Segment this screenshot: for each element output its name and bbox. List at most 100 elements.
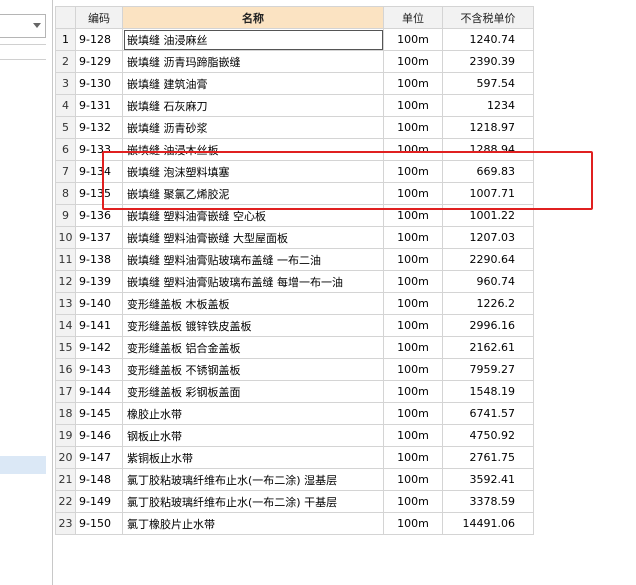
- price-cell[interactable]: 2162.61: [442, 336, 534, 359]
- price-cell[interactable]: 1548.19: [442, 380, 534, 403]
- header-unit[interactable]: 单位: [383, 6, 443, 29]
- unit-cell[interactable]: 100m: [383, 72, 443, 95]
- code-cell[interactable]: 9-138: [75, 248, 123, 271]
- unit-cell[interactable]: 100m: [383, 512, 443, 535]
- table-row[interactable]: 1 9-128 嵌填缝 油浸麻丝 100m 1240.74: [55, 28, 534, 51]
- price-cell[interactable]: 6741.57: [442, 402, 534, 425]
- category-dropdown[interactable]: [0, 14, 46, 38]
- unit-cell[interactable]: 100m: [383, 226, 443, 249]
- code-cell[interactable]: 9-139: [75, 270, 123, 293]
- name-cell[interactable]: 变形缝盖板 镀锌铁皮盖板: [122, 314, 384, 337]
- name-cell[interactable]: 嵌填缝 油浸木丝板: [122, 138, 384, 161]
- unit-cell[interactable]: 100m: [383, 468, 443, 491]
- name-cell[interactable]: 嵌填缝 建筑油膏: [122, 72, 384, 95]
- table-row[interactable]: 22 9-149 氯丁胶粘玻璃纤维布止水(一布二涂) 干基层 100m 3378.59: [55, 490, 534, 513]
- code-cell[interactable]: 9-132: [75, 116, 123, 139]
- code-cell[interactable]: 9-145: [75, 402, 123, 425]
- code-cell[interactable]: 9-135: [75, 182, 123, 205]
- price-cell[interactable]: 3378.59: [442, 490, 534, 513]
- table-row[interactable]: 9 9-136 嵌填缝 塑料油膏嵌缝 空心板 100m 1001.22: [55, 204, 534, 227]
- name-cell[interactable]: 嵌填缝 塑料油膏贴玻璃布盖缝 一布二油: [122, 248, 384, 271]
- unit-cell[interactable]: 100m: [383, 28, 443, 51]
- table-row[interactable]: 4 9-131 嵌填缝 石灰麻刀 100m 1234: [55, 94, 534, 117]
- code-cell[interactable]: 9-144: [75, 380, 123, 403]
- unit-cell[interactable]: 100m: [383, 116, 443, 139]
- price-cell[interactable]: 1218.97: [442, 116, 534, 139]
- price-cell[interactable]: 4750.92: [442, 424, 534, 447]
- table-row[interactable]: 7 9-134 嵌填缝 泡沫塑料填塞 100m 669.83: [55, 160, 534, 183]
- unit-cell[interactable]: 100m: [383, 314, 443, 337]
- price-cell[interactable]: 2761.75: [442, 446, 534, 469]
- name-cell[interactable]: 嵌填缝 泡沫塑料填塞: [122, 160, 384, 183]
- unit-cell[interactable]: 100m: [383, 358, 443, 381]
- code-cell[interactable]: 9-147: [75, 446, 123, 469]
- code-cell[interactable]: 9-143: [75, 358, 123, 381]
- code-cell[interactable]: 9-131: [75, 94, 123, 117]
- price-cell[interactable]: 3592.41: [442, 468, 534, 491]
- name-cell[interactable]: 嵌填缝 塑料油膏嵌缝 大型屋面板: [122, 226, 384, 249]
- unit-cell[interactable]: 100m: [383, 248, 443, 271]
- code-cell[interactable]: 9-148: [75, 468, 123, 491]
- unit-cell[interactable]: 100m: [383, 138, 443, 161]
- name-cell[interactable]: 橡胶止水带: [122, 402, 384, 425]
- price-cell[interactable]: 14491.06: [442, 512, 534, 535]
- price-cell[interactable]: 7959.27: [442, 358, 534, 381]
- code-cell[interactable]: 9-149: [75, 490, 123, 513]
- name-cell[interactable]: 氯丁胶粘玻璃纤维布止水(一布二涂) 干基层: [122, 490, 384, 513]
- selected-tree-item[interactable]: [0, 456, 46, 474]
- code-cell[interactable]: 9-137: [75, 226, 123, 249]
- code-cell[interactable]: 9-150: [75, 512, 123, 535]
- code-cell[interactable]: 9-141: [75, 314, 123, 337]
- name-cell[interactable]: 嵌填缝 塑料油膏贴玻璃布盖缝 每增一布一油: [122, 270, 384, 293]
- table-row[interactable]: 14 9-141 变形缝盖板 镀锌铁皮盖板 100m 2996.16: [55, 314, 534, 337]
- table-row[interactable]: 21 9-148 氯丁胶粘玻璃纤维布止水(一布二涂) 湿基层 100m 3592.41: [55, 468, 534, 491]
- price-cell[interactable]: 1207.03: [442, 226, 534, 249]
- code-cell[interactable]: 9-128: [75, 28, 123, 51]
- unit-cell[interactable]: 100m: [383, 380, 443, 403]
- table-row[interactable]: 10 9-137 嵌填缝 塑料油膏嵌缝 大型屋面板 100m 1207.03: [55, 226, 534, 249]
- name-cell[interactable]: 钢板止水带: [122, 424, 384, 447]
- table-row[interactable]: 3 9-130 嵌填缝 建筑油膏 100m 597.54: [55, 72, 534, 95]
- price-cell[interactable]: 2390.39: [442, 50, 534, 73]
- table-row[interactable]: 19 9-146 钢板止水带 100m 4750.92: [55, 424, 534, 447]
- unit-cell[interactable]: 100m: [383, 336, 443, 359]
- unit-cell[interactable]: 100m: [383, 446, 443, 469]
- unit-cell[interactable]: 100m: [383, 182, 443, 205]
- name-cell[interactable]: 变形缝盖板 不锈钢盖板: [122, 358, 384, 381]
- price-cell[interactable]: 1226.2: [442, 292, 534, 315]
- table-row[interactable]: 12 9-139 嵌填缝 塑料油膏贴玻璃布盖缝 每增一布一油 100m 960.74: [55, 270, 534, 293]
- table-row[interactable]: 23 9-150 氯丁橡胶片止水带 100m 14491.06: [55, 512, 534, 535]
- table-row[interactable]: 16 9-143 变形缝盖板 不锈钢盖板 100m 7959.27: [55, 358, 534, 381]
- price-cell[interactable]: 960.74: [442, 270, 534, 293]
- price-cell[interactable]: 1288.94: [442, 138, 534, 161]
- unit-cell[interactable]: 100m: [383, 490, 443, 513]
- code-cell[interactable]: 9-134: [75, 160, 123, 183]
- price-cell[interactable]: 1001.22: [442, 204, 534, 227]
- name-cell[interactable]: 嵌填缝 沥青玛蹄脂嵌缝: [122, 50, 384, 73]
- unit-cell[interactable]: 100m: [383, 292, 443, 315]
- table-row[interactable]: 13 9-140 变形缝盖板 木板盖板 100m 1226.2: [55, 292, 534, 315]
- table-row[interactable]: 18 9-145 橡胶止水带 100m 6741.57: [55, 402, 534, 425]
- name-cell[interactable]: 紫铜板止水带: [122, 446, 384, 469]
- table-row[interactable]: 2 9-129 嵌填缝 沥青玛蹄脂嵌缝 100m 2390.39: [55, 50, 534, 73]
- name-cell[interactable]: 变形缝盖板 彩钢板盖面: [122, 380, 384, 403]
- price-cell[interactable]: 2996.16: [442, 314, 534, 337]
- name-cell[interactable]: 变形缝盖板 木板盖板: [122, 292, 384, 315]
- unit-cell[interactable]: 100m: [383, 424, 443, 447]
- unit-cell[interactable]: 100m: [383, 204, 443, 227]
- price-cell[interactable]: 1007.71: [442, 182, 534, 205]
- unit-cell[interactable]: 100m: [383, 402, 443, 425]
- header-name[interactable]: 名称: [122, 6, 384, 29]
- header-price[interactable]: 不含税单价: [442, 6, 534, 29]
- price-cell[interactable]: 1234: [442, 94, 534, 117]
- table-row[interactable]: 6 9-133 嵌填缝 油浸木丝板 100m 1288.94: [55, 138, 534, 161]
- code-cell[interactable]: 9-130: [75, 72, 123, 95]
- table-row[interactable]: 15 9-142 变形缝盖板 铝合金盖板 100m 2162.61: [55, 336, 534, 359]
- code-cell[interactable]: 9-142: [75, 336, 123, 359]
- price-cell[interactable]: 669.83: [442, 160, 534, 183]
- table-row[interactable]: 20 9-147 紫铜板止水带 100m 2761.75: [55, 446, 534, 469]
- unit-cell[interactable]: 100m: [383, 160, 443, 183]
- price-cell[interactable]: 597.54: [442, 72, 534, 95]
- name-cell[interactable]: 变形缝盖板 铝合金盖板: [122, 336, 384, 359]
- table-row[interactable]: 8 9-135 嵌填缝 聚氯乙烯胶泥 100m 1007.71: [55, 182, 534, 205]
